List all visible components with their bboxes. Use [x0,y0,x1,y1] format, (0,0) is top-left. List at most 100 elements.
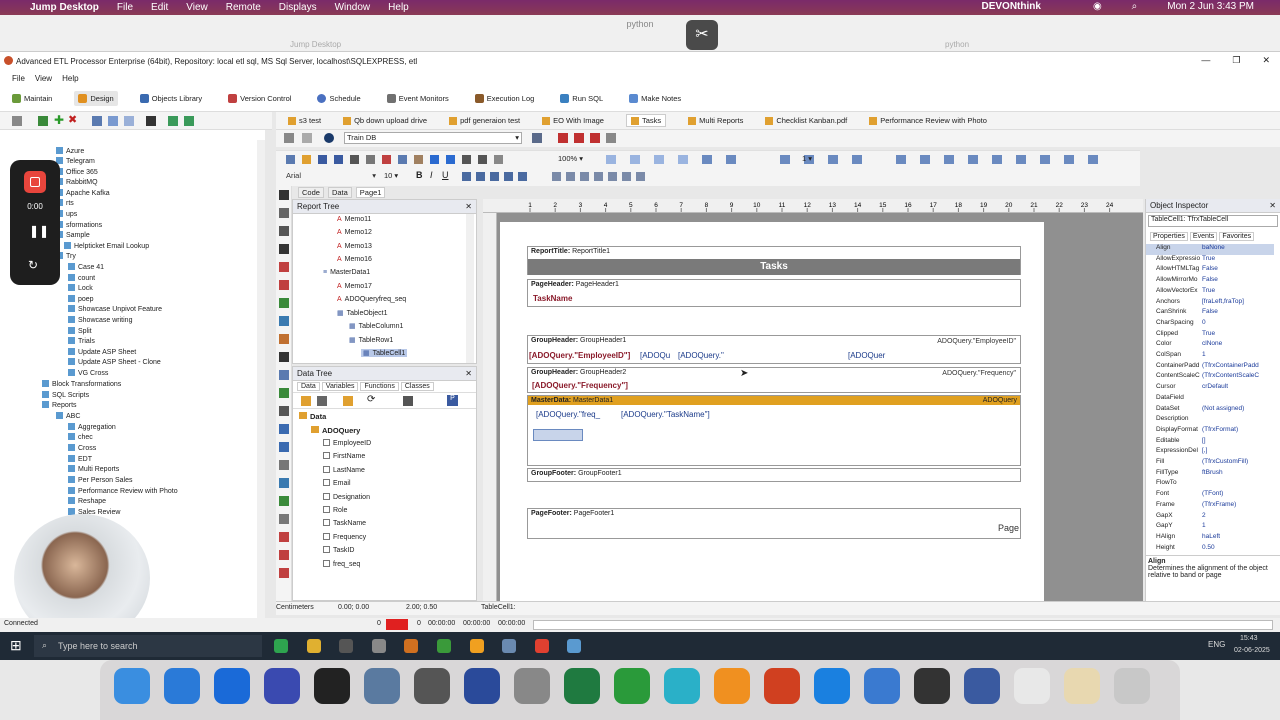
tree-item-update-asp-sheet[interactable]: Update ASP Sheet [68,348,136,356]
folder-icon[interactable] [864,668,900,704]
calendar2-icon[interactable] [574,133,584,143]
new-icon[interactable] [286,155,295,164]
valign-top-icon[interactable] [608,172,617,181]
app-menu-view[interactable]: View [35,74,52,83]
pause-icon[interactable]: ❚❚ [29,224,49,238]
band-group-footer[interactable]: GroupFooter: GroupFooter1 [527,468,1021,482]
tab-data[interactable]: Data [327,187,352,198]
field-adoquer[interactable]: [ADOQuer [848,351,885,360]
field-freq-seq[interactable]: freq_seq [323,559,360,568]
search-icon[interactable]: ⌕ [1132,1,1138,12]
field-taskname[interactable]: [ADOQuery."TaskName"] [621,410,710,419]
prop-frame[interactable]: Frame (TfrxFrame) [1146,501,1274,512]
report-title-text[interactable]: Tasks [528,259,1020,275]
app-menu-help[interactable]: Help [62,74,78,83]
grid-icon[interactable] [702,155,712,164]
align-text-right-icon[interactable] [580,172,589,181]
prop-contentscalec[interactable]: ContentScaleC (TfrxContentScaleC [1146,372,1274,383]
tinyapp-icon[interactable] [764,668,800,704]
band-page-footer[interactable]: PageFooter: PageFooter1 Page [527,508,1021,539]
remote-taskbar-icon[interactable] [502,639,517,653]
field-designation[interactable]: Designation [323,492,370,501]
tree-item-telegram[interactable]: Telegram [56,157,95,165]
picture-tool-icon[interactable] [279,298,289,308]
prop-allowmirrormo[interactable]: AllowMirrorMo False [1146,276,1274,287]
tree-item-reshape[interactable]: Reshape [68,497,106,505]
menu-file[interactable]: File [117,2,133,13]
cut-icon[interactable] [382,155,391,164]
tree-item-showcase-unpivot-feature[interactable]: Showcase Unpivot Feature [68,305,162,313]
taskbar-search[interactable]: ⌕ Type here to search [34,635,262,657]
prop-value[interactable]: False [1202,276,1218,287]
valign-middle-icon[interactable] [622,172,631,181]
copy-icon[interactable] [108,116,118,126]
prop-colspan[interactable]: ColSpan 1 [1146,351,1274,362]
prop-displayformat[interactable]: DisplayFormat (TfrxFormat) [1146,426,1274,437]
trash-icon[interactable] [1114,668,1150,704]
tree-item-per-person-sales[interactable]: Per Person Sales [68,476,132,484]
paste-icon[interactable] [414,155,423,164]
align-center-icon[interactable] [630,155,640,164]
browser-taskbar-icon[interactable] [534,639,549,653]
prop-value[interactable]: (TfrxFrame) [1202,501,1236,512]
app-taskbar-icon[interactable] [371,639,386,653]
shape-tool-icon[interactable] [279,316,289,326]
prop-value[interactable]: (TfrxContentScaleC [1202,372,1259,383]
save-icon[interactable] [318,155,327,164]
doc-tab-eo-with-image[interactable]: EO With Image [542,116,604,125]
tab-event-monitors[interactable]: Event Monitors [383,91,453,106]
band-group-header2[interactable]: GroupHeader: GroupHeader2 ADOQuery."Freq… [527,367,1021,393]
properties-icon[interactable]: P [447,395,458,406]
prop-allowhtmltag[interactable]: AllowHTMLTag False [1146,265,1274,276]
prop-cursor[interactable]: Cursor crDefault [1146,383,1274,394]
dot-tool-icon[interactable] [279,568,289,578]
terminal-taskbar-icon[interactable] [339,639,354,653]
prop-value[interactable]: True [1202,287,1215,298]
field-frequency[interactable]: Frequency [323,532,366,541]
field-adoquery[interactable]: [ADOQuery." [678,351,724,360]
sort-icon[interactable] [403,396,413,406]
menubar-app-name[interactable]: Jump Desktop [30,2,99,13]
field-employeeid[interactable]: [ADOQuery."EmployeeID"] [529,351,630,360]
delete-icon[interactable]: ✖ [68,115,77,126]
tab-design[interactable]: Design [74,91,118,106]
report-tree-adoqueryfreq-seq[interactable]: A ADOQueryfreq_seq [337,296,406,303]
minimize-icon[interactable]: — [1201,55,1210,66]
tab-make-notes[interactable]: Make Notes [625,91,685,106]
preview-icon[interactable] [364,668,400,704]
menu-displays[interactable]: Displays [279,2,317,13]
field-adoqu[interactable]: [ADOQu [640,351,670,360]
security-icon[interactable] [964,668,1000,704]
tab-maintain[interactable]: Maintain [8,91,56,106]
prop-height[interactable]: Height 0.50 [1146,544,1274,555]
print-icon[interactable] [350,155,359,164]
tab-properties[interactable]: Properties [1150,232,1188,241]
prop-value[interactable]: baNone [1202,244,1225,255]
prop-value[interactable]: [fraLeft,fraTop] [1202,298,1244,309]
tree-item-chec[interactable]: chec [68,433,93,441]
close-icon[interactable]: ✕ [465,202,472,211]
doc-tab-multi-reports[interactable]: Multi Reports [688,116,743,125]
cloud-icon[interactable] [814,668,850,704]
tree-item-abc[interactable]: ABC [56,412,80,420]
tab-classes[interactable]: Classes [400,382,434,391]
tree-item-block-transformations[interactable]: Block Transformations [42,380,121,388]
cursor-tool-icon[interactable] [1088,155,1098,164]
open-icon[interactable] [302,155,311,164]
menubar-datetime[interactable]: Mon 2 Jun 3:43 PM [1167,1,1254,12]
menu-edit[interactable]: Edit [151,2,168,13]
band-group-header1[interactable]: GroupHeader: GroupHeader1 ADOQuery."Empl… [527,335,1021,364]
tab-favorites[interactable]: Favorites [1219,232,1255,241]
refresh-icon[interactable] [302,133,312,143]
menu-remote[interactable]: Remote [226,2,261,13]
prop-filltype[interactable]: FillType ftBrush [1146,469,1274,480]
prop-value[interactable]: [] [1202,437,1206,448]
tree-item-azure[interactable]: Azure [56,147,84,155]
report-tree-memo12[interactable]: A Memo12 [337,229,372,236]
remote-toolbar-icon[interactable]: ✂ [686,20,718,50]
text-rotate-icon[interactable] [490,172,499,181]
underline-icon[interactable]: U [442,170,449,180]
bbedit-icon[interactable] [264,668,300,704]
save-as-icon[interactable] [334,155,343,164]
prop-halign[interactable]: HAlign haLeft [1146,533,1274,544]
